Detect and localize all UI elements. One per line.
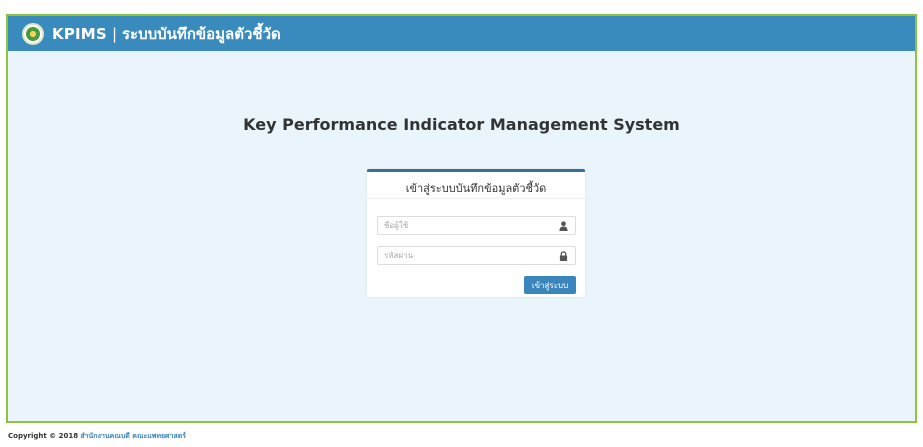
lock-icon [559,251,568,261]
brand-name[interactable]: KPIMS [52,25,107,43]
user-icon [559,221,568,231]
footer: Copyright © 2018 สำนักงานคณบดี คณะแพทยศา… [8,431,186,442]
app-frame: KPIMS | ระบบบันทึกข้อมูลตัวชี้วัด Key Pe… [6,14,917,423]
brand-subtitle: ระบบบันทึกข้อมูลตัวชี้วัด [122,24,281,43]
org-link[interactable]: สำนักงานคณบดี คณะแพทยศาสตร์ [80,432,186,440]
login-panel: เข้าสู่ระบบบันทึกข้อมูลตัวชี้วัด เข้าสู่… [367,169,585,297]
university-seal-icon[interactable] [22,22,44,45]
password-field[interactable] [377,246,576,265]
username-field[interactable] [377,216,576,235]
login-panel-title: เข้าสู่ระบบบันทึกข้อมูลตัวชี้วัด [367,172,585,199]
username-input[interactable] [384,221,554,230]
password-input[interactable] [384,251,554,260]
copyright-text: Copyright © 2018 [8,432,79,440]
top-navbar: KPIMS | ระบบบันทึกข้อมูลตัวชี้วัด [8,14,915,51]
login-button[interactable]: เข้าสู่ระบบ [524,276,576,294]
seal-emblem [26,26,40,41]
page-title: Key Performance Indicator Management Sys… [243,115,680,134]
brand-separator: | [111,24,117,43]
